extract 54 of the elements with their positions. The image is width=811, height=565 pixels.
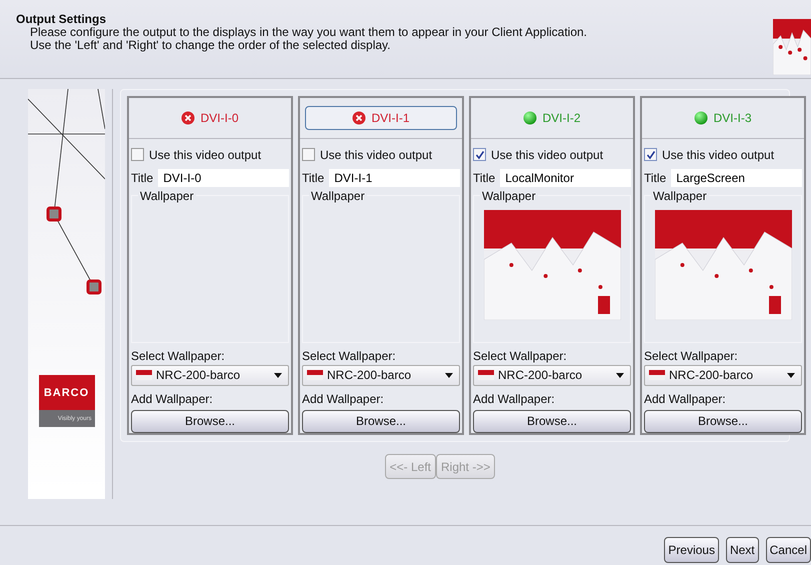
output-header[interactable]: DVI-I-0 [134,106,286,130]
title-field[interactable]: LocalMonitor [500,168,631,186]
page-title: Output Settings [16,12,107,26]
caret-icon [445,372,453,378]
field-label: Select Wallpaper: [302,348,397,365]
thumbnail-icon [649,370,665,380]
field-label: Add Wallpaper: [644,390,727,408]
title-field[interactable]: DVI-I-0 [158,168,289,186]
field-label: Add Wallpaper: [473,390,556,408]
field-label: Title [131,170,154,184]
checkbox[interactable] [473,148,486,162]
thumbnail-icon [478,370,494,380]
field-label: Add Wallpaper: [131,390,214,408]
thumbnail-icon [136,370,152,380]
wallpaper-dropdown[interactable]: NRC-200-barco [644,364,802,386]
checkbox[interactable] [302,148,315,162]
instruction-text: Use the 'Left' and 'Right' to change the order of the selected display. [29,39,392,52]
checkbox-label: Use this video output [662,148,774,162]
checkbox[interactable] [131,148,144,162]
wallpaper-dropdown[interactable]: NRC-200-barco [473,364,631,386]
field-label: Title [473,170,496,184]
field-label: Add Wallpaper: [302,390,385,408]
caret-icon [616,372,624,378]
caret-icon [274,372,282,378]
caret-icon [787,372,795,378]
header-artwork [773,19,811,75]
field-label: Select Wallpaper: [644,348,739,365]
thumbnail-icon [307,370,323,380]
browse-button[interactable]: Browse... [302,410,460,434]
output-header[interactable]: DVI-I-1 [305,106,457,130]
field-label: Select Wallpaper: [473,348,568,365]
instruction-text: Please configure the output to the displays in the way you want them to appear in your Client Application. [30,26,588,39]
footer-button[interactable]: Previous [664,537,719,563]
field-label: Title [644,170,666,184]
field-label: Select Wallpaper: [131,348,226,365]
group-label: Wallpaper [480,188,538,203]
footer-button[interactable]: Cancel [766,537,811,563]
group-label: Wallpaper [651,188,709,203]
wallpaper-dropdown[interactable]: NRC-200-barco [131,364,289,386]
checkbox-label: Use this video output [149,148,262,162]
wallpaper-dropdown[interactable]: NRC-200-barco [302,364,460,386]
browse-button[interactable]: Browse... [644,410,802,434]
field-label: Title [302,170,324,184]
checkbox-label: Use this video output [491,148,604,162]
checkbox[interactable] [644,148,657,162]
group-label: Wallpaper [138,188,196,203]
checkbox-label: Use this video output [320,148,432,162]
browse-button[interactable]: Browse... [473,410,631,434]
title-field[interactable]: LargeScreen [671,168,802,186]
title-field[interactable]: DVI-I-1 [329,168,460,186]
group-label: Wallpaper [309,188,367,203]
browse-button[interactable]: Browse... [131,410,289,434]
logo-text: BARCO [44,386,90,398]
footer-button[interactable]: Next [726,537,759,563]
